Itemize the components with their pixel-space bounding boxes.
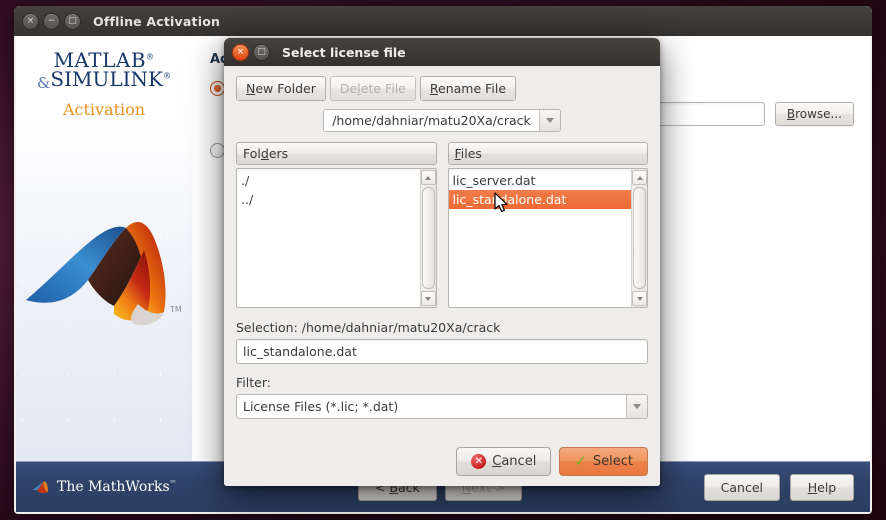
filter-chevron-down-icon[interactable] xyxy=(626,395,647,418)
new-folder-button[interactable]: New Folder xyxy=(236,76,326,101)
files-listbox[interactable]: lic_server.dat lic_standalone.dat xyxy=(447,168,648,308)
dialog-cancel-button[interactable]: ✕ Cancel xyxy=(456,447,552,476)
select-license-file-dialog: × □ Select license file New Folder Delet… xyxy=(224,38,660,486)
rename-file-button[interactable]: Rename File xyxy=(419,76,517,101)
browse-button[interactable]: Browse... xyxy=(774,102,854,126)
dialog-window-controls: × □ xyxy=(232,43,270,61)
dialog-title: Select license file xyxy=(282,44,406,60)
mathworks-tm: ™ xyxy=(169,479,177,488)
delete-file-accesskey: l xyxy=(357,81,361,96)
path-combo[interactable]: /home/dahniar/matu20Xa/crack xyxy=(323,109,561,132)
path-combo-value: /home/dahniar/matu20Xa/crack xyxy=(324,110,539,131)
dialog-body: New Folder Delete File Rename File /home… xyxy=(224,66,660,486)
list-item[interactable]: ../ xyxy=(237,190,420,209)
check-icon: ✓ xyxy=(574,452,587,470)
scroll-down-icon[interactable] xyxy=(632,291,647,306)
dialog-select-label: Select xyxy=(592,454,633,469)
browse-accesskey: B xyxy=(786,107,796,121)
maximize-icon[interactable]: □ xyxy=(64,12,81,30)
files-header: Files xyxy=(447,142,648,165)
dialog-maximize-icon[interactable]: □ xyxy=(253,43,270,61)
scroll-down-icon[interactable] xyxy=(420,291,436,306)
main-cancel-button[interactable]: Cancel xyxy=(703,473,780,501)
dialog-titlebar[interactable]: × □ Select license file xyxy=(224,38,660,66)
files-items: lic_server.dat lic_standalone.dat xyxy=(448,169,632,307)
path-combo-row: /home/dahniar/matu20Xa/crack xyxy=(236,109,648,132)
filter-label: Filter: xyxy=(236,375,271,390)
simulink-wordmark: &SIMULINK® xyxy=(37,67,171,92)
files-scrollbar[interactable] xyxy=(631,169,647,307)
folders-accesskey: d xyxy=(260,146,269,161)
new-folder-accesskey: N xyxy=(246,81,256,96)
mouse-cursor xyxy=(494,192,508,213)
main-window-controls: × − □ xyxy=(22,12,81,30)
close-icon[interactable]: × xyxy=(22,12,39,30)
dialog-cancel-label: Cancel xyxy=(492,454,537,469)
browse-label-rest: rowse... xyxy=(795,107,842,121)
radio-provide-indicator[interactable] xyxy=(210,81,225,96)
files-scroll-thumb[interactable] xyxy=(633,187,646,289)
main-window-title: Offline Activation xyxy=(93,13,221,29)
branding-panel: MATLAB® &SIMULINK® Activation TM xyxy=(16,36,192,461)
delete-file-button[interactable]: Delete File xyxy=(329,76,416,101)
matlab-membrane-logo: TM xyxy=(26,222,182,326)
main-window-titlebar[interactable]: × − □ Offline Activation xyxy=(14,6,872,36)
mathworks-membrane-icon xyxy=(33,481,48,494)
folders-header: Folders xyxy=(236,142,437,165)
browser-lists: Folders ./ ../ Files lic_server.dat lic_… xyxy=(236,142,648,308)
dialog-action-buttons: ✕ Cancel ✓ Select xyxy=(236,435,648,476)
mathworks-logo-text: The MathWorks™ xyxy=(57,479,177,495)
selection-label: Selection: /home/dahniar/matu20Xa/crack xyxy=(236,320,501,335)
svg-text:TM: TM xyxy=(169,305,182,314)
files-accesskey: F xyxy=(454,146,461,161)
folders-column: Folders ./ ../ xyxy=(236,142,437,308)
folders-scroll-thumb[interactable] xyxy=(421,187,435,289)
scroll-up-icon[interactable] xyxy=(420,170,436,185)
filter-combo[interactable]: License Files (*.lic; *.dat) xyxy=(236,394,648,419)
registered-mark: ® xyxy=(146,52,155,62)
radio-no-license-indicator[interactable] xyxy=(210,143,225,158)
brand-wordmark: MATLAB® &SIMULINK® Activation xyxy=(16,36,192,119)
scroll-up-icon[interactable] xyxy=(632,170,647,185)
registered-mark-2: ® xyxy=(162,71,171,81)
folders-items: ./ ../ xyxy=(237,169,420,307)
rename-file-accesskey: R xyxy=(429,81,439,96)
minimize-icon[interactable]: − xyxy=(43,12,60,30)
list-item-selected[interactable]: lic_standalone.dat xyxy=(448,190,631,209)
selection-input[interactable]: lic_standalone.dat xyxy=(236,339,648,364)
files-column: Files lic_server.dat lic_standalone.dat xyxy=(447,142,648,308)
filter-combo-value: License Files (*.lic; *.dat) xyxy=(243,399,399,414)
help-accesskey: H xyxy=(807,479,818,495)
wizard-action-buttons: Cancel Help xyxy=(703,473,854,501)
list-item[interactable]: lic_server.dat xyxy=(449,171,632,190)
list-item[interactable]: ./ xyxy=(237,171,420,190)
dialog-toolbar: New Folder Delete File Rename File xyxy=(236,76,648,101)
ampersand: & xyxy=(37,74,51,92)
dialog-select-button[interactable]: ✓ Select xyxy=(559,447,648,476)
chevron-down-icon[interactable] xyxy=(538,110,560,131)
main-help-button[interactable]: Help xyxy=(790,473,854,501)
dialog-close-icon[interactable]: × xyxy=(232,43,249,61)
mathworks-logo: The MathWorks™ xyxy=(32,477,177,497)
error-x-icon: ✕ xyxy=(471,454,487,469)
folders-listbox[interactable]: ./ ../ xyxy=(236,168,437,308)
folders-scrollbar[interactable] xyxy=(419,169,436,307)
activation-wordmark: Activation xyxy=(62,100,146,119)
